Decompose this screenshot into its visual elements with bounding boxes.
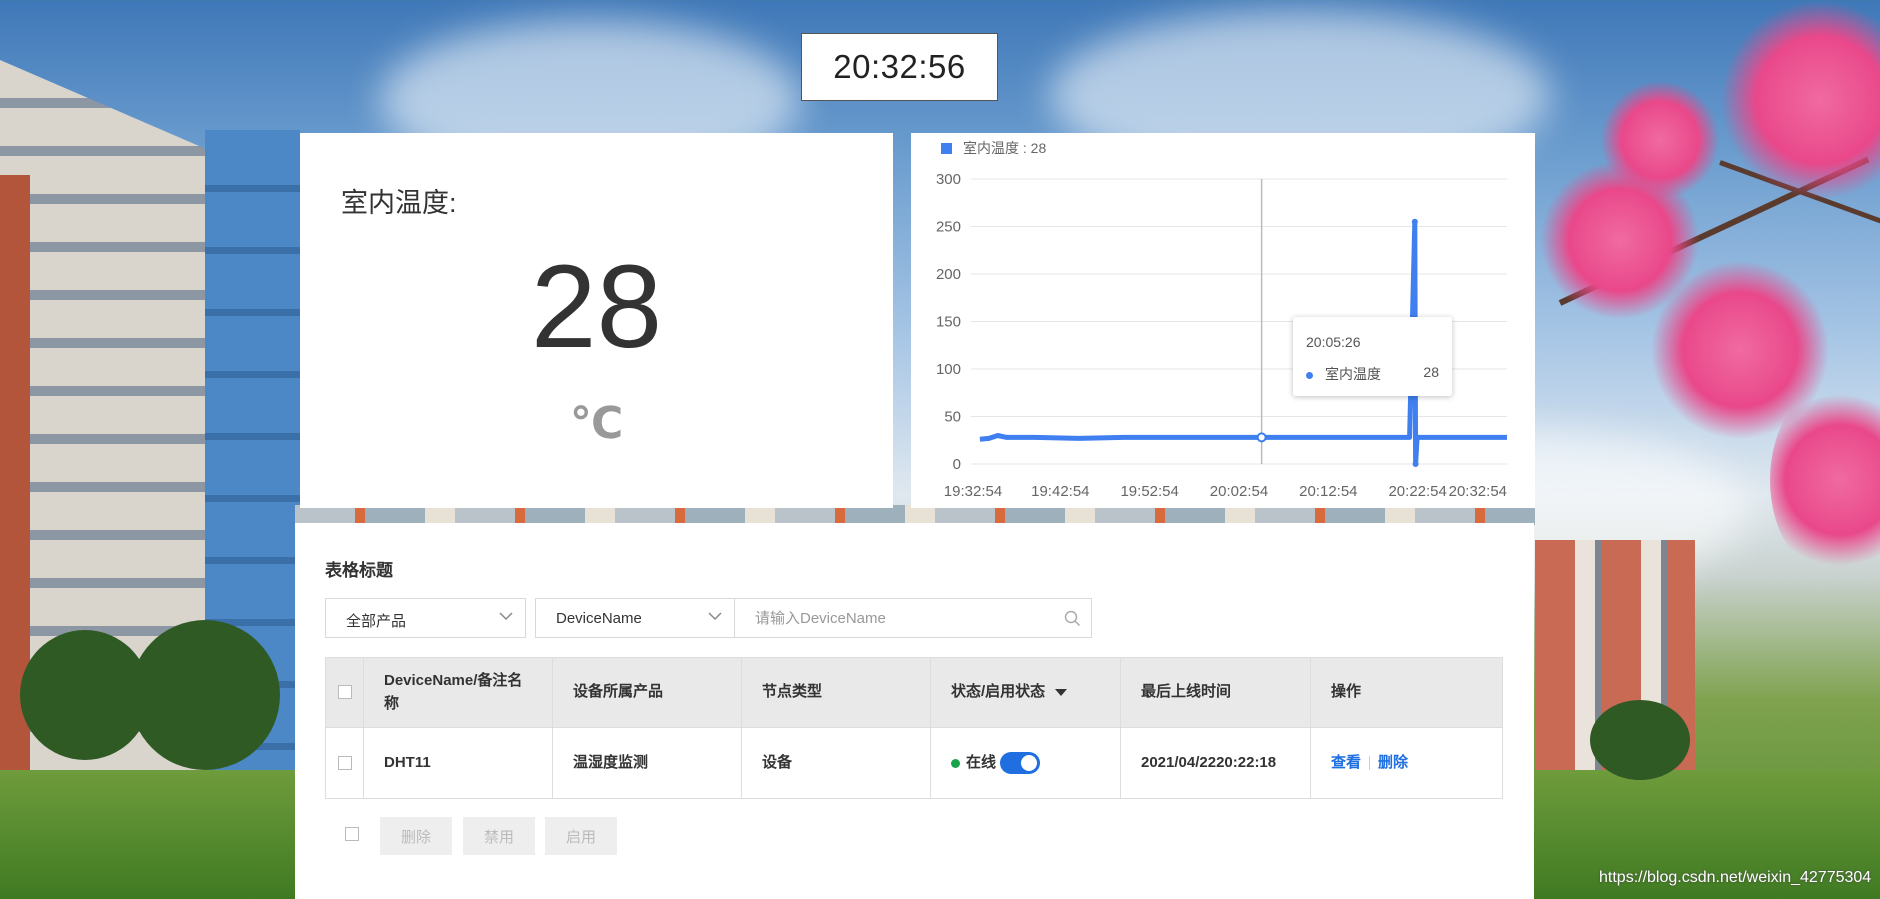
tooltip-time: 20:05:26 <box>1306 334 1361 350</box>
tooltip-series-name: 室内温度 <box>1325 366 1381 382</box>
select-all-checkbox[interactable] <box>337 685 352 700</box>
device-table-panel: 表格标题 全部产品 DeviceName DeviceName/备注名称 设备所… <box>295 523 1534 899</box>
product-select[interactable]: 全部产品 <box>325 598 526 638</box>
search-input[interactable] <box>735 599 1045 637</box>
table-header-row: DeviceName/备注名称 设备所属产品 节点类型 状态/启用状态 最后上线… <box>325 657 1503 728</box>
node-type-cell: 设备 <box>741 727 931 799</box>
legend-label: 室内温度 : 28 <box>963 140 1046 156</box>
x-tick-label: 20:22:54 <box>1388 483 1446 500</box>
device-name-cell: DHT11 <box>363 727 553 799</box>
tooltip-series-dot <box>1306 372 1313 379</box>
temperature-card: 室内温度: 28 ℃ <box>300 133 893 508</box>
y-tick-label: 200 <box>936 266 961 283</box>
sort-down-icon[interactable] <box>1055 688 1068 696</box>
col-status-label: 状态/启用状态 <box>951 683 1046 701</box>
col-product: 设备所属产品 <box>552 657 742 728</box>
col-actions: 操作 <box>1310 657 1503 728</box>
bulk-select-checkbox[interactable] <box>345 827 359 841</box>
col-last-online: 最后上线时间 <box>1120 657 1311 728</box>
field-select-value: DeviceName <box>556 610 642 627</box>
chart-tooltip: 20:05:26 室内温度 28 <box>1293 317 1452 396</box>
actions-cell: 查看 删除 <box>1310 727 1503 799</box>
x-tick-label: 20:12:54 <box>1299 483 1357 500</box>
view-link[interactable]: 查看 <box>1331 754 1361 771</box>
watermark-text: https://blog.csdn.net/weixin_42775304 <box>1599 869 1872 886</box>
y-tick-label: 50 <box>944 409 961 426</box>
product-cell: 温湿度监测 <box>552 727 742 799</box>
bulk-disable-button[interactable]: 禁用 <box>463 817 535 855</box>
select-all-cell <box>325 657 364 728</box>
status-text: 在线 <box>966 754 997 771</box>
search-box <box>734 598 1092 638</box>
temperature-unit: ℃ <box>569 399 624 448</box>
y-tick-label: 150 <box>936 314 961 331</box>
bulk-enable-button[interactable]: 启用 <box>545 817 617 855</box>
x-tick-label: 20:02:54 <box>1210 483 1268 500</box>
y-tick-label: 250 <box>936 219 961 236</box>
status-cell: 在线 <box>930 727 1121 799</box>
toggle-knob <box>1021 755 1038 771</box>
temperature-title: 室内温度: <box>341 188 457 218</box>
x-tick-label: 19:52:54 <box>1120 483 1178 500</box>
row-select-cell <box>325 727 364 799</box>
col-node-type: 节点类型 <box>741 657 931 728</box>
table-row: DHT11 温湿度监测 设备 在线 2021/04/2220:22:18 查看删… <box>325 727 1503 799</box>
y-tick-label: 300 <box>936 171 961 188</box>
chevron-down-icon <box>708 612 722 621</box>
col-status[interactable]: 状态/启用状态 <box>930 657 1121 728</box>
delete-link[interactable]: 删除 <box>1378 754 1408 771</box>
table-title: 表格标题 <box>325 561 393 580</box>
clock-time: 20:32:56 <box>833 48 966 85</box>
temperature-value: 28 <box>530 241 663 373</box>
x-tick-label: 19:32:54 <box>944 483 1002 500</box>
bulk-delete-button[interactable]: 删除 <box>380 817 452 855</box>
device-table: DeviceName/备注名称 设备所属产品 节点类型 状态/启用状态 最后上线… <box>325 657 1503 799</box>
data-point <box>1411 218 1418 225</box>
field-select[interactable]: DeviceName <box>535 598 735 638</box>
clock-display: 20:32:56 <box>801 33 998 101</box>
data-point <box>1412 461 1419 467</box>
col-device-name: DeviceName/备注名称 <box>363 657 553 728</box>
x-tick-label: 20:32:54 <box>1449 483 1507 500</box>
y-tick-label: 0 <box>953 456 961 473</box>
status-online-dot <box>951 758 960 768</box>
legend-swatch <box>941 143 952 154</box>
hovered-data-point <box>1256 432 1267 443</box>
product-select-value: 全部产品 <box>346 613 407 630</box>
chevron-down-icon <box>499 612 513 621</box>
row-checkbox[interactable] <box>337 756 352 771</box>
tooltip-value: 28 <box>1423 364 1439 380</box>
search-icon[interactable] <box>1064 610 1081 627</box>
y-tick-label: 100 <box>936 361 961 378</box>
action-divider <box>1369 756 1371 771</box>
enable-toggle[interactable] <box>1000 752 1041 774</box>
x-tick-label: 19:42:54 <box>1031 483 1089 500</box>
last-online-cell: 2021/04/2220:22:18 <box>1120 727 1311 799</box>
